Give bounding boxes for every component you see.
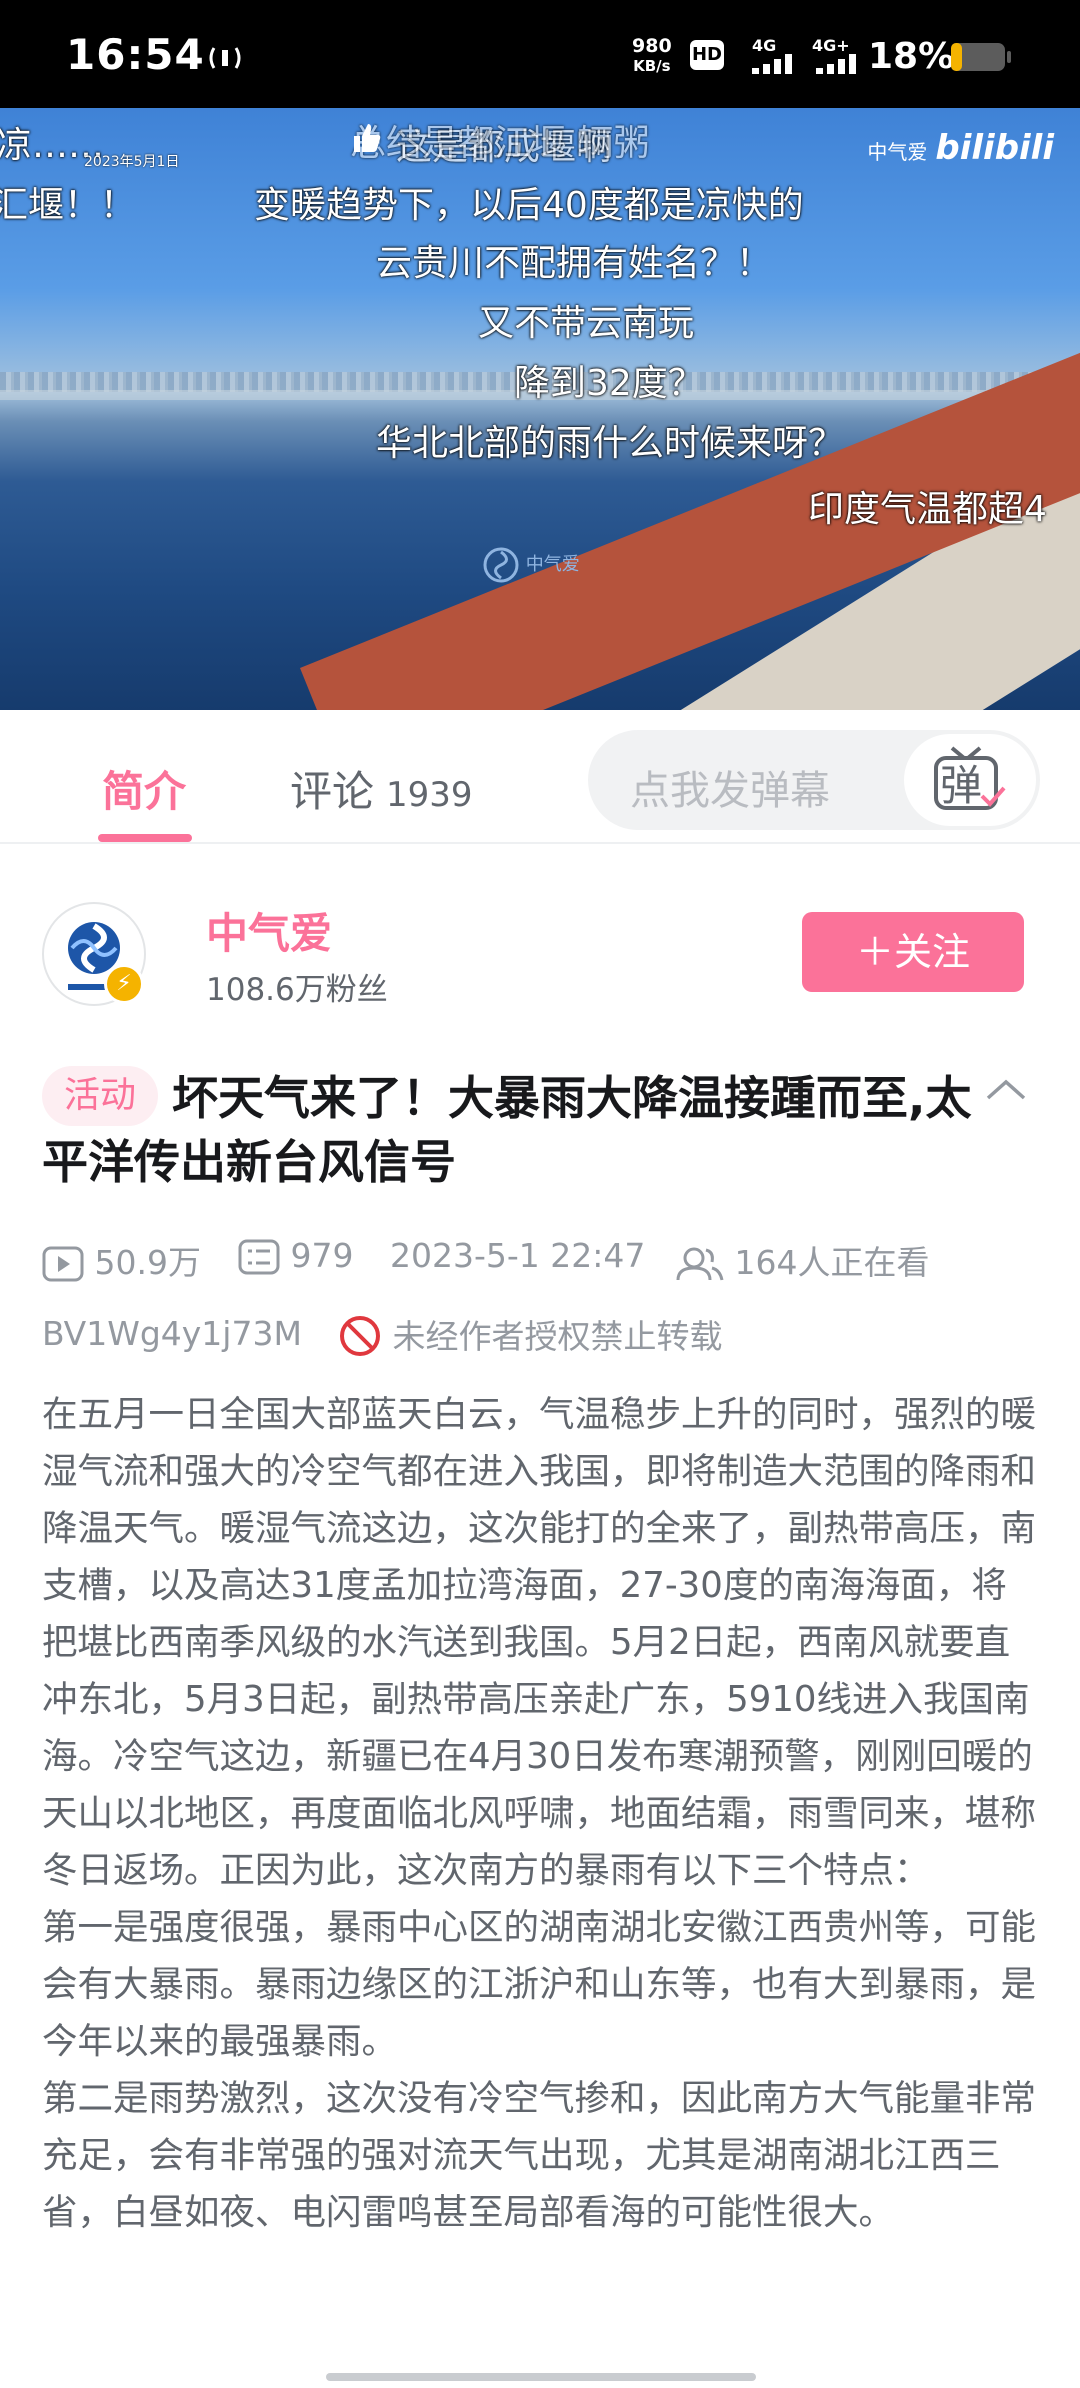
- danmaku-count: 979: [238, 1236, 354, 1275]
- uploader-fans: 108.6万粉丝: [206, 972, 388, 1008]
- danmaku-text: 变暖趋势下，以后40度都是凉快的: [254, 185, 804, 226]
- hd-icon: HD: [690, 40, 724, 70]
- signal-4gplus-label: 4G+: [812, 36, 850, 55]
- net-speed: 980 KB/s: [632, 36, 672, 76]
- battery-percent: 18%: [868, 36, 955, 77]
- publish-date: 2023-5-1 22:47: [390, 1236, 646, 1275]
- video-player[interactable]: 凉…… 汇堰！！ 这是都成堰啊 总结是都江堰 辆粥 变暖趋势下，以后40度都是凉…: [0, 108, 1080, 710]
- logo-channel-text: 中气爱: [867, 140, 928, 164]
- detail-tab-bar: 简介 评论 1939 点我发弹幕 弹: [0, 710, 1080, 844]
- battery-icon: [951, 43, 1011, 71]
- home-indicator[interactable]: [326, 2373, 756, 2381]
- video-title: 活动 坏天气来了！大暴雨大降温接踵而至,太平洋传出新台风信号: [42, 1066, 972, 1194]
- no-repost-notice: 未经作者授权禁止转载: [338, 1310, 723, 1358]
- description-paragraph: 第二是雨势激烈，这次没有冷空气掺和，因此南方大气能量非常充足，会有非常强的强对流…: [42, 2078, 1037, 2233]
- signal-icon: [816, 54, 856, 74]
- net-speed-value: 980: [632, 35, 672, 57]
- video-title-text: 坏天气来了！大暴雨大降温接踵而至,太平洋传出新台风信号: [42, 1071, 972, 1189]
- watching-count: 164人正在看: [676, 1236, 930, 1284]
- activity-tag[interactable]: 活动: [42, 1066, 159, 1126]
- signal-icon: [752, 54, 792, 74]
- video-date-stamp: 2023年5月1日: [84, 154, 180, 170]
- logo-brand-text: bilibili: [935, 128, 1054, 168]
- view-count: 50.9万: [42, 1236, 201, 1284]
- video-description: 在五月一日全国大部蓝天白云，气温稳步上升的同时，强烈的暖湿气流和强大的冷空气都在…: [42, 1386, 1042, 2241]
- danmaku-text: 总结是都江堰 辆粥: [350, 123, 650, 164]
- net-speed-unit: KB/s: [633, 57, 671, 75]
- tab-intro[interactable]: 简介: [102, 758, 186, 819]
- danmaku-text: 华北北部的雨什么时候来呀？: [376, 423, 845, 464]
- people-icon: [676, 1247, 724, 1281]
- status-time: 16:54: [66, 30, 205, 79]
- danmaku-count-value: 979: [290, 1236, 354, 1275]
- status-bar: 16:54 980 KB/s HD 4G 4G+ 18%: [0, 0, 1080, 108]
- play-icon: [42, 1246, 84, 1282]
- danmaku-text: 印度气温都超4: [808, 489, 1047, 530]
- bilibili-logo: 中气爱 bilibili: [867, 128, 1054, 168]
- watching-count-value: 164人正在看: [734, 1243, 930, 1282]
- danmaku-toggle-button[interactable]: 弹: [904, 734, 1036, 826]
- video-watermark: 中气爱: [482, 546, 580, 584]
- nfc-icon: [209, 47, 241, 69]
- comment-count: 1939: [386, 775, 473, 815]
- tab-comments-label: 评论: [290, 767, 375, 816]
- description-paragraph: 在五月一日全国大部蓝天白云，气温稳步上升的同时，强烈的暖湿气流和强大的冷空气都在…: [42, 1394, 1037, 1891]
- follow-label: 关注: [894, 930, 971, 974]
- plus-icon: ＋: [855, 930, 894, 974]
- danmaku-input[interactable]: 点我发弹幕 弹: [588, 730, 1040, 830]
- tab-comments[interactable]: 评论 1939: [290, 758, 473, 819]
- danmaku-input-placeholder: 点我发弹幕: [630, 768, 830, 814]
- uploader-name[interactable]: 中气爱: [206, 900, 332, 961]
- no-repost-text: 未经作者授权禁止转载: [392, 1317, 723, 1356]
- danmaku-text: 又不带云南玩: [478, 303, 695, 344]
- view-count-value: 50.9万: [94, 1243, 201, 1282]
- tab-active-indicator: [98, 834, 192, 842]
- lightning-badge-icon: ⚡: [104, 964, 144, 1004]
- like-icon: [354, 124, 381, 152]
- cma-logo-icon: [483, 547, 519, 583]
- danmaku-text: 降到32度？: [514, 363, 704, 404]
- forbidden-icon: [340, 1316, 380, 1356]
- danmaku-list-icon: [238, 1239, 280, 1275]
- bvid[interactable]: BV1Wg4y1j73M: [42, 1314, 302, 1353]
- danmaku-text: 汇堰！！: [0, 185, 137, 226]
- danmaku-glyph: 弹: [940, 761, 983, 810]
- chevron-up-icon[interactable]: [984, 1074, 1028, 1104]
- watermark-text: 中气爱: [525, 554, 580, 575]
- follow-button[interactable]: ＋关注: [802, 912, 1024, 992]
- description-paragraph: 第一是强度很强，暴雨中心区的湖南湖北安徽江西贵州等，可能会有大暴雨。暴雨边缘区的…: [42, 1907, 1037, 2062]
- signal-4g-label: 4G: [752, 36, 777, 55]
- danmaku-text: 云贵川不配拥有姓名？！: [376, 243, 773, 284]
